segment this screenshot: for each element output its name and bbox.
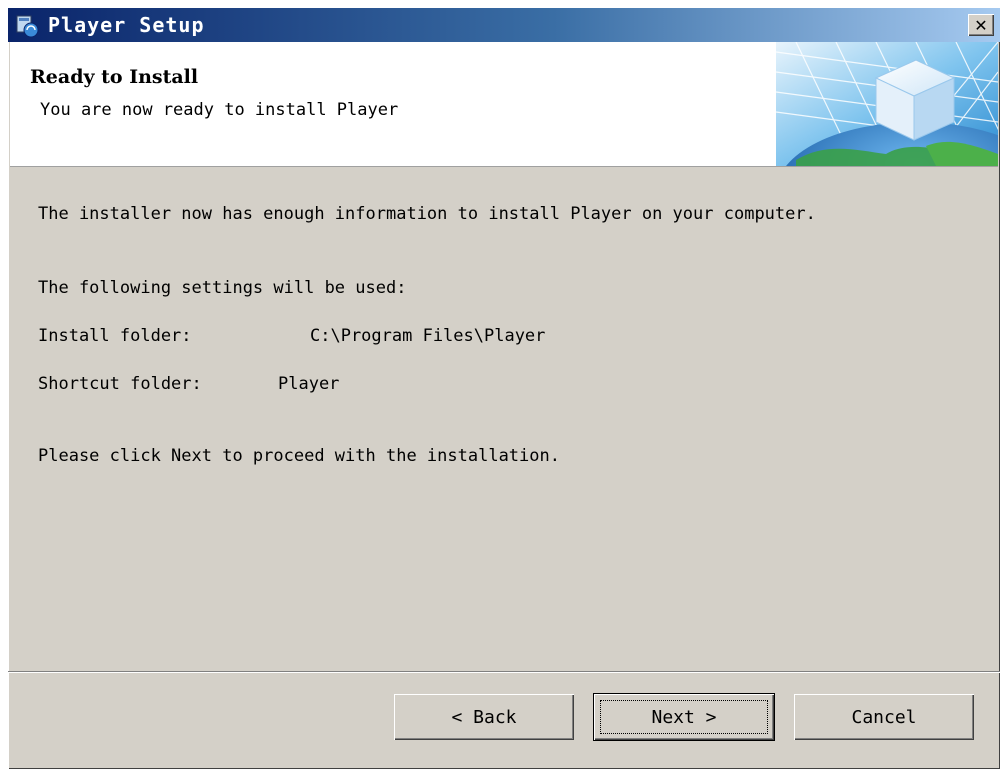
back-button-label: < Back — [451, 706, 517, 728]
cancel-button-label: Cancel — [851, 706, 917, 728]
button-area-divider-highlight — [8, 672, 1000, 673]
shortcut-folder-value: Player — [278, 374, 340, 394]
close-icon: ✕ — [974, 15, 988, 35]
next-button[interactable]: Next > — [594, 694, 774, 740]
setup-window: Player Setup ✕ Ready to Install You are … — [8, 8, 1000, 769]
title-bar[interactable]: Player Setup ✕ — [8, 8, 1000, 42]
next-button-label: Next > — [651, 706, 717, 728]
intro-text: The installer now has enough information… — [38, 204, 816, 224]
install-folder-label: Install folder: — [38, 326, 192, 346]
back-button[interactable]: < Back — [394, 694, 574, 740]
close-button[interactable]: ✕ — [968, 14, 994, 36]
globe-cube-graphic — [776, 42, 998, 166]
window-title: Player Setup — [48, 13, 205, 37]
page-title: Ready to Install — [30, 66, 199, 88]
install-folder-value: C:\Program Files\Player — [310, 326, 546, 346]
page-subtitle: You are now ready to install Player — [40, 100, 399, 120]
installer-icon — [16, 15, 39, 38]
instruction-text: Please click Next to proceed with the in… — [38, 446, 560, 466]
shortcut-folder-label: Shortcut folder: — [38, 374, 202, 394]
header-banner: Ready to Install You are now ready to in… — [10, 42, 998, 167]
settings-heading: The following settings will be used: — [38, 278, 407, 298]
cancel-button[interactable]: Cancel — [794, 694, 974, 740]
